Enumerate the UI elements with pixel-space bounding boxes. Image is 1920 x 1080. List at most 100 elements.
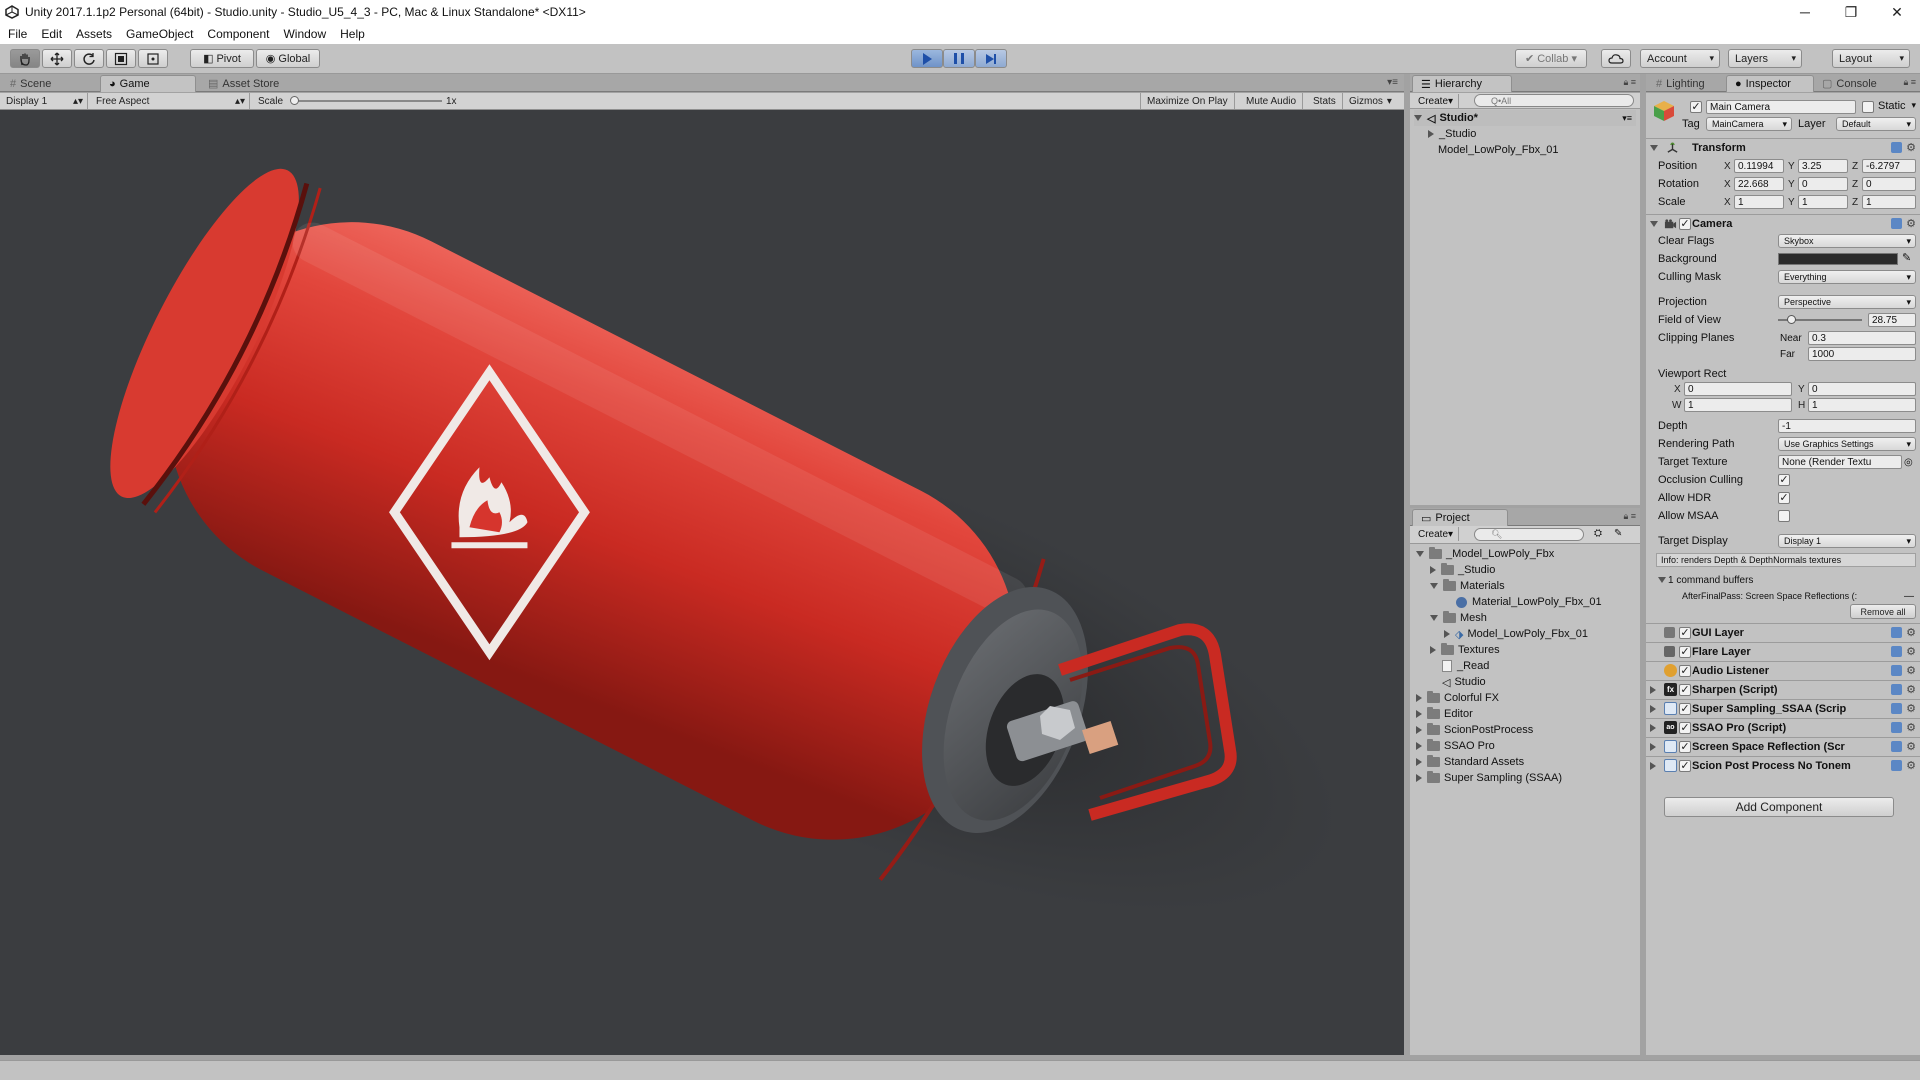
project-folder[interactable]: Textures bbox=[1430, 642, 1500, 658]
close-button[interactable]: ✕ bbox=[1874, 0, 1920, 24]
move-tool-button[interactable] bbox=[42, 49, 72, 68]
layer-dropdown[interactable]: Default bbox=[1836, 117, 1916, 131]
project-folder[interactable]: _Model_LowPoly_Fbx bbox=[1416, 546, 1554, 562]
mute-audio-toggle[interactable]: Mute Audio bbox=[1240, 93, 1304, 109]
rotation-x-field[interactable]: 22.668 bbox=[1734, 177, 1784, 191]
help-icon[interactable] bbox=[1891, 722, 1902, 733]
component-enabled-checkbox[interactable]: ✓ bbox=[1679, 703, 1691, 715]
expand-icon[interactable] bbox=[1650, 723, 1656, 732]
global-toggle[interactable]: ◉ Global bbox=[256, 49, 320, 68]
culling-mask-dropdown[interactable]: Everything bbox=[1778, 270, 1916, 284]
help-icon[interactable] bbox=[1891, 703, 1902, 714]
tab-inspector[interactable]: ● Inspector bbox=[1726, 75, 1814, 92]
component-header[interactable]: ✓ Screen Space Reflection (Scr ⚙ bbox=[1646, 737, 1920, 755]
panel-menu-icon[interactable]: ▾≡ bbox=[1387, 77, 1398, 88]
projection-dropdown[interactable]: Perspective bbox=[1778, 295, 1916, 309]
expand-icon[interactable] bbox=[1430, 566, 1436, 574]
expand-icon[interactable] bbox=[1416, 774, 1422, 782]
far-field[interactable]: 1000 bbox=[1808, 347, 1916, 361]
component-enabled-checkbox[interactable]: ✓ bbox=[1679, 760, 1691, 772]
layers-dropdown[interactable]: Layers ▾ bbox=[1728, 49, 1802, 68]
project-folder[interactable]: Editor bbox=[1416, 706, 1473, 722]
gizmos-dropdown[interactable]: Gizmos ▾ bbox=[1343, 93, 1398, 109]
gear-icon[interactable]: ⚙ bbox=[1906, 626, 1916, 639]
expand-icon[interactable] bbox=[1416, 758, 1422, 766]
gear-icon[interactable]: ⚙ bbox=[1906, 141, 1916, 154]
near-field[interactable]: 0.3 bbox=[1808, 331, 1916, 345]
scale-y-field[interactable]: 1 bbox=[1798, 195, 1848, 209]
expand-icon[interactable] bbox=[1650, 144, 1658, 151]
step-button[interactable] bbox=[975, 49, 1007, 68]
viewport-x-field[interactable]: 0 bbox=[1684, 382, 1792, 396]
cloud-button[interactable] bbox=[1601, 49, 1631, 68]
gear-icon[interactable]: ⚙ bbox=[1906, 683, 1916, 696]
expand-icon[interactable] bbox=[1650, 704, 1656, 713]
clear-flags-dropdown[interactable]: Skybox bbox=[1778, 234, 1916, 248]
expand-icon[interactable] bbox=[1658, 577, 1666, 583]
scene-menu-icon[interactable]: ▾≡ bbox=[1622, 113, 1632, 124]
camera-enabled-checkbox[interactable]: ✓ bbox=[1679, 218, 1691, 230]
component-enabled-checkbox[interactable]: ✓ bbox=[1679, 741, 1691, 753]
rotate-tool-button[interactable] bbox=[74, 49, 104, 68]
fov-field[interactable]: 28.75 bbox=[1868, 313, 1916, 327]
project-folder[interactable]: Super Sampling (SSAA) bbox=[1416, 770, 1562, 786]
play-button[interactable] bbox=[911, 49, 943, 68]
minimize-button[interactable]: ─ bbox=[1782, 0, 1828, 24]
expand-icon[interactable] bbox=[1430, 646, 1436, 654]
component-enabled-checkbox[interactable]: ✓ bbox=[1679, 722, 1691, 734]
target-display-dropdown[interactable]: Display 1 bbox=[1778, 534, 1916, 548]
msaa-checkbox[interactable] bbox=[1778, 510, 1790, 522]
command-buffers-row[interactable]: 1 command buffers bbox=[1646, 572, 1920, 588]
menu-window[interactable]: Window bbox=[283, 27, 326, 41]
tab-hierarchy[interactable]: ☰ Hierarchy bbox=[1412, 75, 1512, 92]
background-color-swatch[interactable] bbox=[1778, 253, 1898, 265]
scale-x-field[interactable]: 1 bbox=[1734, 195, 1784, 209]
component-header[interactable]: ✓ Audio Listener ⚙ bbox=[1646, 661, 1920, 679]
expand-icon[interactable] bbox=[1650, 761, 1656, 770]
position-z-field[interactable]: -6.2797 bbox=[1862, 159, 1916, 173]
component-header[interactable]: ao ✓ SSAO Pro (Script) ⚙ bbox=[1646, 718, 1920, 736]
hierarchy-search-input[interactable]: Q•All bbox=[1474, 94, 1634, 107]
expand-icon[interactable] bbox=[1650, 742, 1656, 751]
tab-scene[interactable]: # Scene bbox=[2, 75, 59, 92]
project-asset[interactable]: ⬗ Model_LowPoly_Fbx_01 bbox=[1444, 626, 1588, 642]
expand-icon[interactable] bbox=[1416, 694, 1422, 702]
tab-asset-store[interactable]: ▤ Asset Store bbox=[200, 75, 287, 92]
expand-icon[interactable] bbox=[1650, 685, 1656, 694]
restore-button[interactable]: ❐ bbox=[1828, 0, 1874, 24]
component-enabled-checkbox[interactable]: ✓ bbox=[1679, 646, 1691, 658]
position-y-field[interactable]: 3.25 bbox=[1798, 159, 1848, 173]
eyedropper-icon[interactable]: ✎ bbox=[1902, 251, 1911, 264]
display-dropdown[interactable]: Display 1 ▴▾ bbox=[0, 93, 88, 109]
tag-dropdown[interactable]: MainCamera bbox=[1706, 117, 1792, 131]
tab-project[interactable]: ▭ Project bbox=[1412, 509, 1508, 526]
expand-icon[interactable] bbox=[1444, 630, 1450, 638]
filter-by-type-icon[interactable]: ⛭ bbox=[1594, 528, 1602, 539]
expand-icon[interactable] bbox=[1430, 583, 1438, 589]
expand-icon[interactable] bbox=[1414, 115, 1422, 121]
gear-icon[interactable]: ⚙ bbox=[1906, 217, 1916, 230]
layout-dropdown[interactable]: Layout ▾ bbox=[1832, 49, 1910, 68]
help-icon[interactable] bbox=[1891, 741, 1902, 752]
static-dropdown-icon[interactable]: ▾ bbox=[1911, 100, 1916, 111]
remove-all-button[interactable]: Remove all bbox=[1850, 604, 1916, 619]
expand-icon[interactable] bbox=[1416, 710, 1422, 718]
project-asset[interactable]: _Read bbox=[1442, 658, 1489, 674]
game-viewport[interactable] bbox=[0, 110, 1404, 1055]
gear-icon[interactable]: ⚙ bbox=[1906, 721, 1916, 734]
rotation-y-field[interactable]: 0 bbox=[1798, 177, 1848, 191]
pause-button[interactable] bbox=[943, 49, 975, 68]
expand-icon[interactable] bbox=[1650, 220, 1658, 227]
project-asset[interactable]: ◁ Studio bbox=[1442, 674, 1486, 690]
expand-icon[interactable] bbox=[1430, 615, 1438, 621]
fov-slider-thumb[interactable] bbox=[1787, 315, 1797, 324]
occlusion-checkbox[interactable]: ✓ bbox=[1778, 474, 1790, 486]
component-header[interactable]: ✓ Flare Layer ⚙ bbox=[1646, 642, 1920, 660]
transform-component-header[interactable]: Transform ⚙ bbox=[1646, 138, 1920, 156]
expand-icon[interactable] bbox=[1416, 551, 1424, 557]
scale-slider[interactable] bbox=[292, 100, 442, 102]
viewport-y-field[interactable]: 0 bbox=[1808, 382, 1916, 396]
project-folder[interactable]: ScionPostProcess bbox=[1416, 722, 1533, 738]
hdr-checkbox[interactable]: ✓ bbox=[1778, 492, 1790, 504]
expand-icon[interactable] bbox=[1428, 130, 1434, 138]
